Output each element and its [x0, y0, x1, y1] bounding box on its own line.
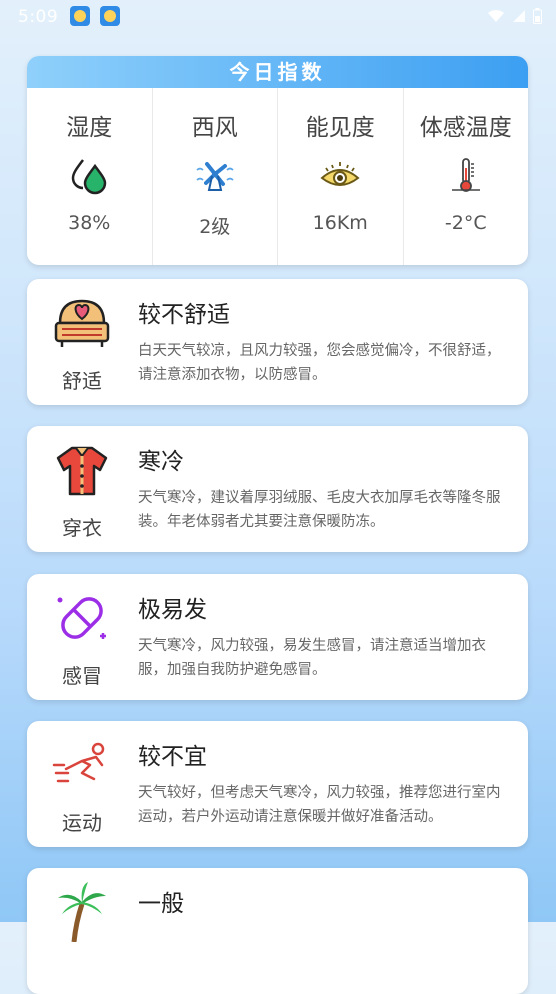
fan-icon	[196, 162, 234, 191]
advice-description: 白天天气较凉，且风力较强，您会感觉偏冷，不很舒适，请注意添加衣物，以防感冒。	[138, 343, 501, 383]
metric-feels-like: 体感温度 -2°C	[404, 88, 529, 265]
thermometer-icon	[451, 158, 480, 192]
metric-value: 38%	[68, 212, 111, 234]
metrics-row: 湿度 38% 西风 2级 能见度 16Km 体感温度 -2°C	[27, 88, 528, 265]
advice-card-exercise[interactable]: 运动 较不宜 天气较好，但考虑天气寒冷，风力较强，推荐您进行室内运动，若户外运动…	[27, 721, 528, 847]
metric-label: 湿度	[66, 115, 113, 141]
status-icons	[487, 8, 542, 24]
shirt-icon	[56, 446, 108, 496]
advice-title: 一般	[138, 891, 184, 917]
pill-icon	[57, 597, 106, 639]
today-index-card: 今日指数 湿度 38% 西风 2级 能见度 16Km 体感温度 -2°C	[27, 56, 528, 265]
advice-card-dressing[interactable]: 穿衣 寒冷 天气寒冷，建议着厚羽绒服、毛皮大衣加厚毛衣等隆冬服装。年老体弱者尤其…	[27, 426, 528, 552]
advice-description: 天气寒冷，建议着厚羽绒服、毛皮大衣加厚毛衣等隆冬服装。年老体弱者尤其要注意保暖防…	[138, 490, 501, 530]
advice-category: 穿衣	[62, 516, 102, 540]
metric-wind: 西风 2级	[153, 88, 278, 265]
signal-icon	[513, 10, 525, 22]
advice-card-travel[interactable]: 一般	[27, 868, 528, 994]
advice-title: 寒冷	[138, 449, 184, 475]
advice-category: 感冒	[62, 664, 102, 688]
eye-icon	[320, 162, 360, 186]
advice-description: 天气寒冷，风力较强，易发生感冒，请注意适当增加衣服，加强自我防护避免感冒。	[138, 638, 486, 678]
advice-category: 运动	[62, 811, 102, 835]
metric-value: -2°C	[444, 212, 487, 234]
alarm-app-icon	[70, 6, 90, 26]
alarm-app-icon	[100, 6, 120, 26]
advice-card-cold[interactable]: 感冒 极易发 天气寒冷，风力较强，易发生感冒，请注意适当增加衣服，加强自我防护避…	[27, 574, 528, 700]
advice-category: 舒适	[62, 369, 102, 393]
metric-label: 体感温度	[419, 115, 512, 141]
metric-visibility: 能见度 16Km	[278, 88, 404, 265]
running-icon	[52, 742, 105, 783]
humidity-drop-icon	[71, 159, 107, 195]
advice-title: 较不舒适	[138, 302, 230, 328]
advice-title: 较不宜	[138, 744, 207, 770]
metric-humidity: 湿度 38%	[27, 88, 153, 265]
wifi-icon	[488, 9, 504, 22]
advice-card-comfort[interactable]: 舒适 较不舒适 白天天气较凉，且风力较强，您会感觉偏冷，不很舒适，请注意添加衣物…	[27, 279, 528, 405]
metric-value: 16Km	[312, 212, 368, 234]
advice-description: 天气较好，但考虑天气寒冷，风力较强，推荐您进行室内运动，若户外运动请注意保暖并做…	[138, 785, 501, 825]
advice-title: 极易发	[138, 597, 207, 623]
index-card-title: 今日指数	[27, 56, 528, 88]
palm-tree-icon	[58, 882, 106, 942]
status-time: 5:09	[18, 7, 59, 27]
status-bar: 5:09	[0, 0, 556, 34]
sofa-heart-icon	[54, 299, 110, 347]
metric-value: 2级	[199, 216, 231, 238]
metric-label: 能见度	[305, 115, 375, 141]
battery-icon	[533, 8, 542, 24]
metric-label: 西风	[191, 115, 238, 141]
